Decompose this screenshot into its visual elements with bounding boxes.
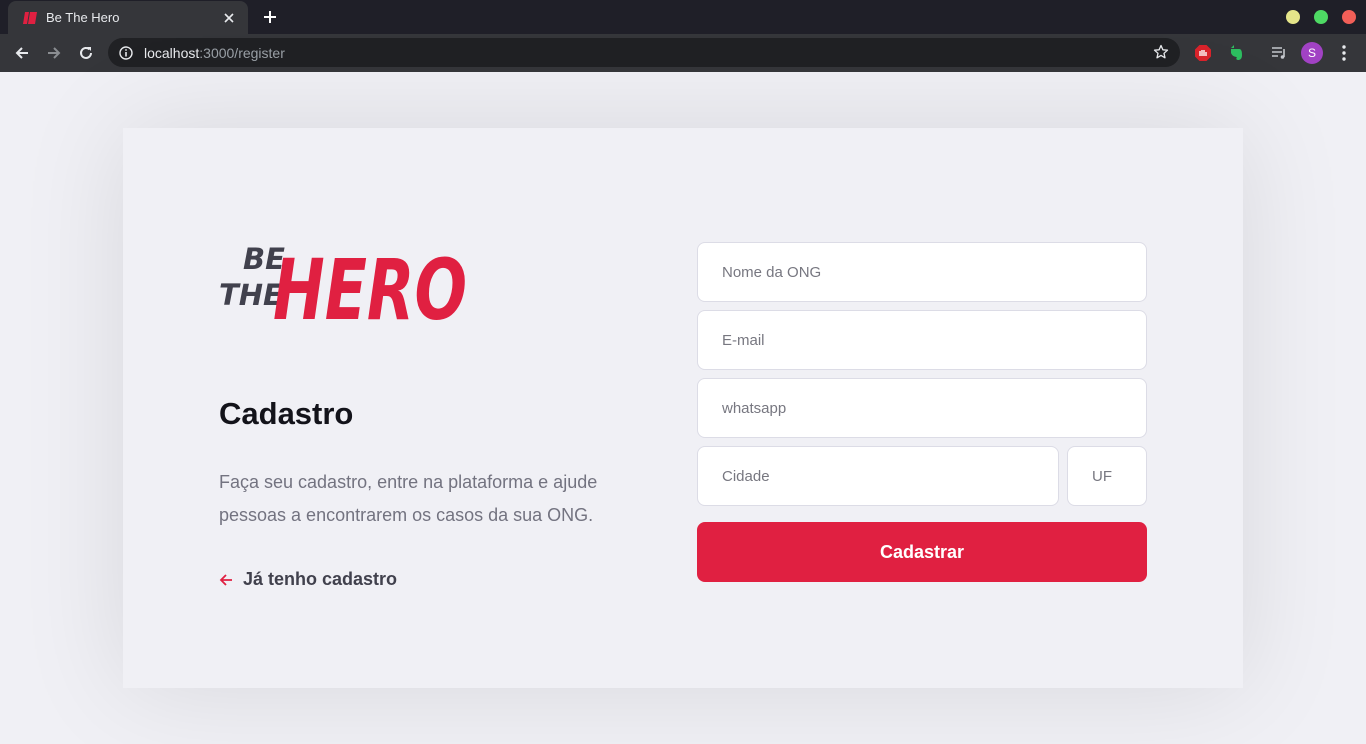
info-icon[interactable]	[118, 45, 134, 61]
tab-title: Be The Hero	[46, 10, 120, 25]
maximize-window-button[interactable]	[1314, 10, 1328, 24]
browser-tab[interactable]: Be The Hero	[8, 1, 248, 34]
page-description: Faça seu cadastro, entre na plataforma e…	[219, 472, 598, 525]
url-path: :3000/register	[199, 44, 285, 61]
window-controls	[1286, 10, 1356, 24]
city-input[interactable]	[697, 446, 1059, 506]
reload-icon[interactable]	[74, 41, 98, 65]
back-link-label: Já tenho cadastro	[243, 569, 398, 589]
url-host: localhost	[144, 44, 200, 61]
bookmark-star-icon[interactable]	[1152, 43, 1170, 61]
uf-input[interactable]	[1067, 446, 1147, 506]
logo-hero-text: HERO	[273, 241, 467, 331]
back-arrow-icon[interactable]	[10, 41, 34, 65]
address-bar[interactable]: localhost:3000/register	[108, 38, 1180, 67]
arrow-left-icon	[219, 572, 235, 588]
more-menu-icon[interactable]	[1333, 42, 1355, 64]
browser-tab-bar: Be The Hero	[0, 0, 1366, 34]
login-back-link[interactable]: Já tenho cadastro	[219, 569, 397, 590]
be-the-hero-logo: BE THE HERO	[219, 221, 471, 339]
new-tab-icon[interactable]	[258, 6, 282, 28]
close-window-button[interactable]	[1342, 10, 1356, 24]
close-tab-icon[interactable]	[220, 9, 238, 27]
register-submit-button[interactable]: Cadastrar	[697, 522, 1147, 582]
profile-avatar[interactable]: S	[1301, 42, 1323, 64]
register-card: BE THE HERO Cadastro Faça seu cadastro, …	[123, 128, 1243, 688]
media-queue-icon[interactable]	[1268, 42, 1290, 64]
forward-arrow-icon[interactable]	[42, 41, 66, 65]
hero-favicon-icon	[22, 10, 38, 26]
ngo-name-input[interactable]	[697, 242, 1147, 302]
email-input[interactable]	[697, 310, 1147, 370]
evernote-extension-icon[interactable]	[1225, 42, 1247, 64]
minimize-window-button[interactable]	[1286, 10, 1300, 24]
page-body: BE THE HERO Cadastro Faça seu cadastro, …	[0, 72, 1366, 744]
page-title: Cadastro	[219, 396, 354, 431]
whatsapp-input[interactable]	[697, 378, 1147, 438]
browser-toolbar: localhost:3000/register S	[0, 34, 1366, 72]
adblock-extension-icon[interactable]	[1192, 42, 1214, 64]
